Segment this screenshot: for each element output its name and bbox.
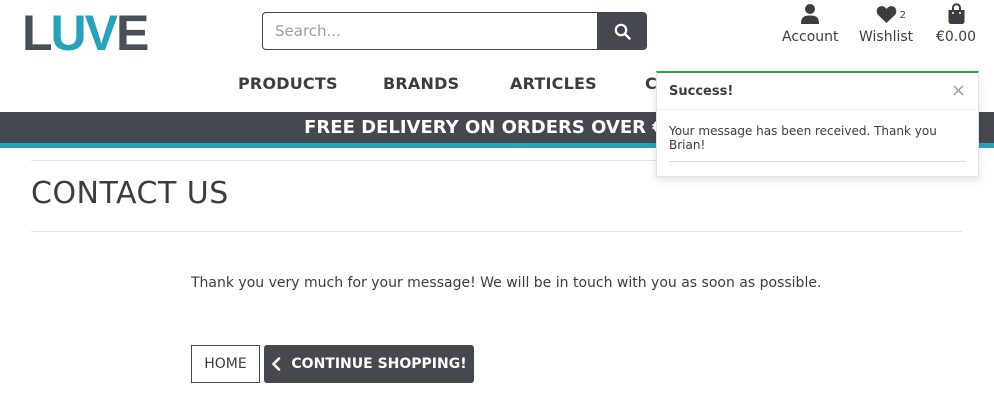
nav-products[interactable]: PRODUCTS bbox=[238, 74, 338, 93]
wishlist-count: 2 bbox=[899, 10, 906, 21]
logo-letter: L bbox=[22, 5, 53, 61]
continue-shopping-label: CONTINUE SHOPPING! bbox=[291, 356, 467, 372]
heart-icon bbox=[876, 5, 896, 23]
search-form bbox=[262, 12, 647, 50]
nav-brands[interactable]: BRANDS bbox=[383, 74, 459, 93]
close-icon[interactable]: × bbox=[951, 82, 966, 100]
cart-link[interactable]: €0.00 bbox=[936, 0, 976, 45]
logo-letter: E bbox=[116, 5, 149, 61]
search-icon bbox=[614, 23, 631, 40]
toast-title: Success! bbox=[669, 83, 734, 99]
divider bbox=[31, 231, 962, 232]
search-input[interactable] bbox=[262, 12, 597, 50]
account-link[interactable]: Account bbox=[782, 0, 839, 45]
chevron-left-icon bbox=[272, 357, 281, 371]
user-icon bbox=[801, 4, 820, 24]
home-button[interactable]: HOME bbox=[191, 345, 260, 383]
shopping-bag-icon bbox=[948, 3, 965, 24]
toast-header: Success! × bbox=[657, 73, 978, 110]
wishlist-label: Wishlist bbox=[859, 29, 914, 45]
logo-letter: U bbox=[50, 5, 87, 61]
site-logo[interactable]: LUVE bbox=[22, 5, 149, 61]
success-toast: Success! × Your message has been receive… bbox=[656, 71, 979, 177]
toast-message: Your message has been received. Thank yo… bbox=[669, 124, 937, 152]
account-label: Account bbox=[782, 29, 839, 45]
home-button-label: HOME bbox=[204, 356, 247, 372]
continue-shopping-button[interactable]: CONTINUE SHOPPING! bbox=[264, 345, 474, 383]
search-button[interactable] bbox=[597, 12, 647, 50]
delivery-banner-text: FREE DELIVERY ON ORDERS OVER €50 bbox=[304, 117, 690, 138]
cart-total: €0.00 bbox=[936, 29, 977, 45]
logo-letter: V bbox=[84, 5, 118, 61]
confirmation-message: Thank you very much for your message! We… bbox=[191, 275, 822, 291]
page-title: CONTACT US bbox=[31, 176, 229, 211]
wishlist-link[interactable]: 2 Wishlist bbox=[859, 0, 913, 45]
nav-articles[interactable]: ARTICLES bbox=[510, 74, 597, 93]
toast-divider bbox=[669, 161, 966, 162]
